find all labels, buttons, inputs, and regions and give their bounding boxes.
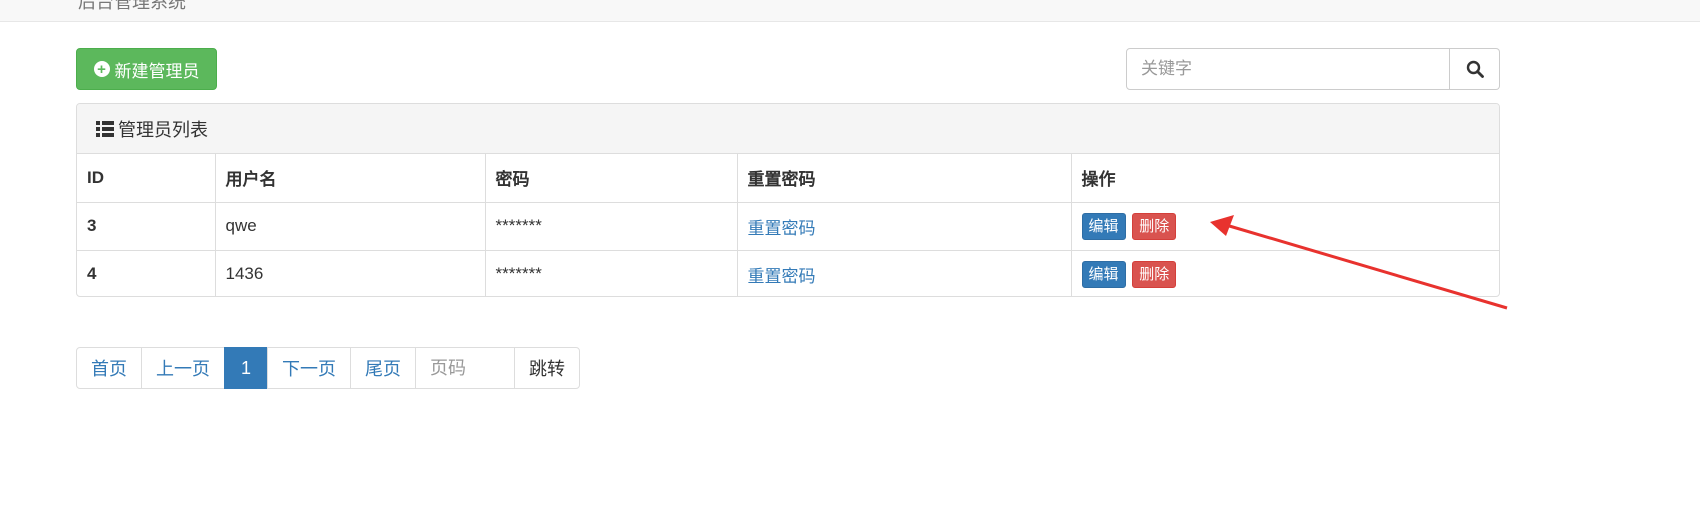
reset-password-link[interactable]: 重置密码 — [748, 267, 816, 286]
search-icon — [1466, 60, 1484, 78]
row-reset-cell: 重置密码 — [737, 201, 1072, 250]
last-page-button[interactable]: 尾页 — [350, 347, 417, 389]
next-page-button[interactable]: 下一页 — [267, 347, 352, 389]
list-icon — [96, 120, 114, 137]
search-bar — [1126, 48, 1500, 90]
row-password: ******* — [485, 249, 738, 296]
delete-button[interactable]: 删除 — [1132, 212, 1177, 240]
pagination: 首页 上一页 1 下一页 尾页 跳转 — [76, 347, 581, 389]
search-input[interactable] — [1126, 48, 1450, 90]
panel-title: 管理员列表 — [118, 119, 208, 140]
row-actions: 编辑 删除 — [1071, 201, 1499, 250]
admin-table: ID 用户名 密码 重置密码 操作 3 qwe ******* 重置密码 编辑 … — [77, 154, 1499, 296]
top-navbar: 后台管理系统 — [0, 0, 1700, 22]
row-id: 3 — [77, 201, 216, 250]
new-admin-label: 新建管理员 — [114, 61, 200, 81]
column-header-id: ID — [77, 154, 216, 202]
new-admin-button[interactable]: + 新建管理员 — [76, 48, 217, 90]
table-row: 3 qwe ******* 重置密码 编辑 删除 — [77, 201, 1499, 250]
prev-page-button[interactable]: 上一页 — [141, 347, 225, 389]
jump-button[interactable]: 跳转 — [514, 347, 581, 389]
current-page-button[interactable]: 1 — [224, 347, 269, 389]
edit-button[interactable]: 编辑 — [1081, 260, 1126, 288]
column-header-actions: 操作 — [1081, 170, 1116, 190]
search-button[interactable] — [1450, 48, 1500, 90]
row-actions: 编辑 删除 — [1071, 249, 1499, 296]
column-header-reset-password: 重置密码 — [737, 154, 1072, 202]
plus-circle-icon: + — [93, 61, 110, 77]
row-password: ******* — [485, 201, 738, 250]
column-header-password: 密码 — [485, 154, 738, 202]
panel-heading: 管理员列表 — [77, 104, 1499, 154]
row-id: 4 — [77, 249, 216, 296]
row-username: 1436 — [215, 249, 486, 296]
page-number-input[interactable] — [415, 347, 516, 389]
table-row: 4 1436 ******* 重置密码 编辑 删除 — [77, 249, 1499, 296]
table-header-row: ID 用户名 密码 重置密码 操作 — [77, 154, 1499, 202]
column-header-username: 用户名 — [215, 154, 486, 202]
reset-password-link[interactable]: 重置密码 — [748, 219, 816, 238]
row-username: qwe — [215, 201, 486, 250]
admin-list-panel: 管理员列表 ID 用户名 密码 重置密码 操作 3 qwe ******* 重置… — [76, 103, 1500, 297]
app-title: 后台管理系统 — [78, 0, 186, 12]
first-page-button[interactable]: 首页 — [76, 347, 142, 389]
row-reset-cell: 重置密码 — [737, 249, 1072, 296]
delete-button[interactable]: 删除 — [1132, 260, 1177, 288]
edit-button[interactable]: 编辑 — [1081, 212, 1126, 240]
